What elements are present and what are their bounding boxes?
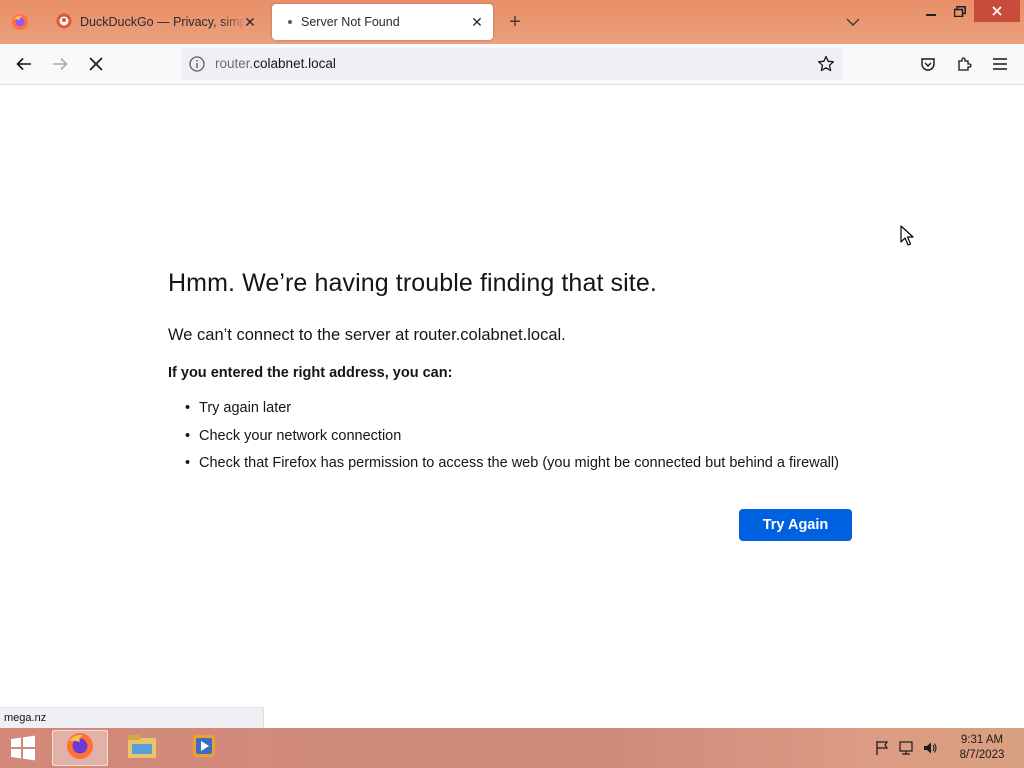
star-icon[interactable] [817,55,835,73]
taskbar-firefox[interactable] [52,730,108,766]
clock-date: 8/7/2023 [959,749,1005,761]
network-icon[interactable] [898,740,914,756]
taskbar-file-explorer[interactable] [114,730,170,766]
flag-icon[interactable] [874,740,890,756]
tab-strip: DuckDuckGo — Privacy, simplified. ✕ Serv… [0,0,1024,44]
duckduckgo-icon [56,13,72,32]
clock-time: 9:31 AM [960,734,1004,746]
loading-dot-icon [288,20,292,24]
forward-icon[interactable] [48,52,72,76]
firefox-menu-icon[interactable] [8,10,32,34]
stop-icon[interactable] [84,52,108,76]
restore-icon[interactable] [944,0,976,22]
close-icon[interactable]: ✕ [242,14,258,30]
status-panel: mega.nz [0,707,264,728]
pocket-icon[interactable] [916,52,940,76]
windows-start-icon[interactable] [8,734,40,762]
close-icon[interactable]: ✕ [469,14,485,30]
url-bar[interactable]: router.colabnet.local [181,48,843,80]
taskbar-media-player[interactable] [176,730,232,766]
page-title: Hmm. We’re having trouble finding that s… [168,269,657,297]
taskbar: 9:31 AM 8/7/2023 [0,728,1024,768]
tab-server-not-found[interactable]: Server Not Found ✕ [272,4,493,40]
window-close-icon[interactable] [974,0,1020,22]
try-again-button[interactable]: Try Again [739,509,852,541]
list-item: Check your network connection [185,427,839,455]
mouse-cursor-icon [900,225,916,247]
url-host-prefix: router. [215,56,254,71]
tab-title: DuckDuckGo — Privacy, simplified. [80,15,246,29]
url-text[interactable]: router.colabnet.local [215,56,336,71]
page-content: Hmm. We’re having trouble finding that s… [0,85,1024,728]
navigation-toolbar: router.colabnet.local [0,44,1024,85]
chevron-down-icon[interactable] [842,12,864,32]
list-item: Try again later [185,399,839,427]
system-clock[interactable]: 9:31 AM 8/7/2023 [952,733,1012,763]
info-icon[interactable] [189,56,205,72]
hamburger-icon[interactable] [988,52,1012,76]
plus-icon[interactable]: + [503,10,527,34]
tab-title: Server Not Found [301,15,400,29]
extensions-icon[interactable] [952,52,976,76]
minimize-icon[interactable] [915,0,947,22]
error-hint: If you entered the right address, you ca… [168,365,453,381]
firefox-icon [65,731,95,766]
tab-duckduckgo[interactable]: DuckDuckGo — Privacy, simplified. ✕ [44,4,266,40]
back-icon[interactable] [12,52,36,76]
url-host-main: colabnet.local [253,56,336,71]
suggestion-list: Try again later Check your network conne… [185,399,839,482]
volume-icon[interactable] [922,740,938,756]
file-explorer-icon [126,732,158,765]
media-player-icon [191,733,217,764]
error-short-description: We can’t connect to the server at router… [168,326,566,344]
list-item: Check that Firefox has permission to acc… [185,454,839,482]
